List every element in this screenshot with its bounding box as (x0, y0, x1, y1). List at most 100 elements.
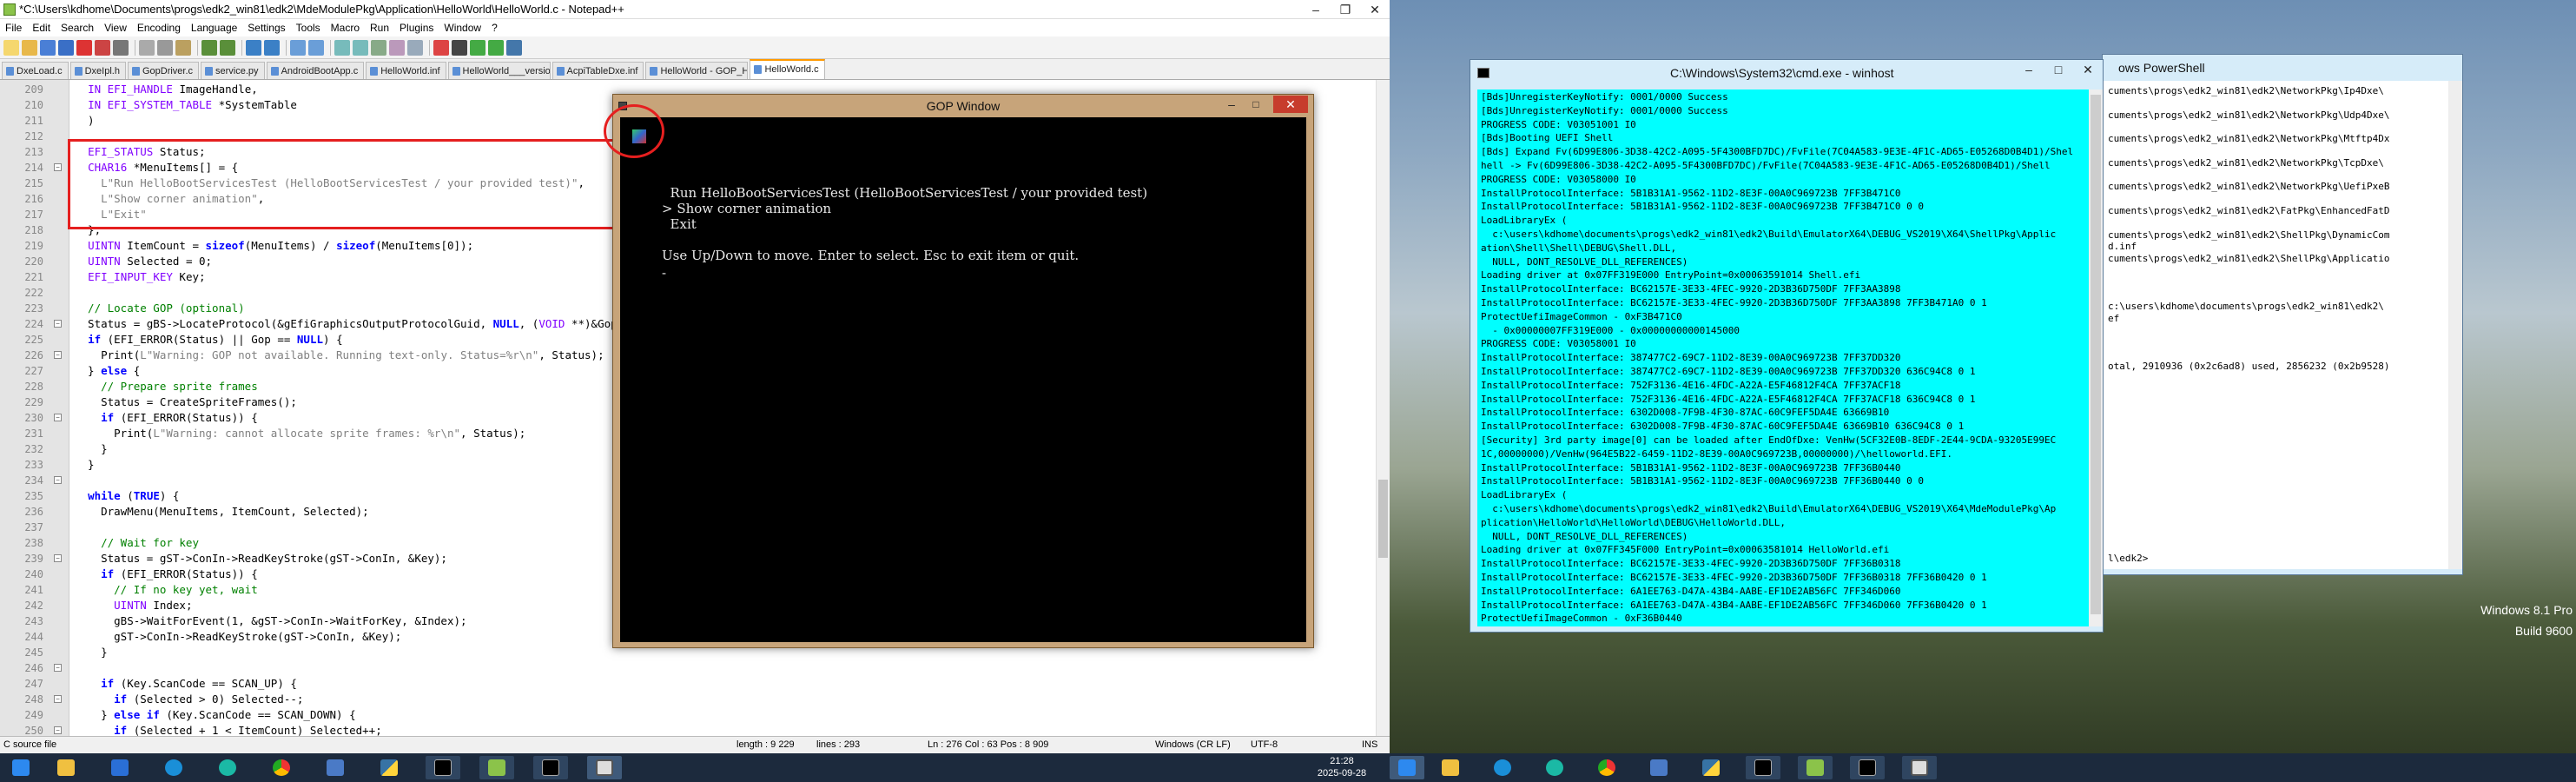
cmd-console[interactable]: [Bds]UnregisterKeyNotify: 0001/0000 Succ… (1477, 89, 2089, 626)
cmd-2-taskbar-icon[interactable] (533, 756, 568, 779)
clock[interactable]: 21:28 2025-09-28 (1307, 755, 1377, 779)
maximize-button[interactable]: ❐ (1331, 0, 1360, 19)
menu-settings[interactable]: Settings (242, 22, 290, 34)
cmd-maximize-button[interactable]: □ (2044, 60, 2073, 79)
cmd-2-taskbar-icon-2[interactable] (1850, 756, 1885, 779)
tab-service[interactable]: service.py (201, 62, 265, 79)
editor-scrollbar[interactable] (1376, 80, 1390, 736)
menu-view[interactable]: View (99, 22, 132, 34)
print-icon[interactable] (113, 39, 129, 56)
menu-macro[interactable]: Macro (326, 22, 365, 34)
menu-plugins[interactable]: Plugins (394, 22, 439, 34)
file-explorer-icon[interactable] (49, 756, 83, 779)
fold-toggle-icon[interactable]: − (54, 554, 62, 562)
menu-help[interactable]: ? (486, 22, 503, 34)
browser-globe-icon-2[interactable] (1485, 756, 1520, 779)
tab-dxeipl[interactable]: DxeIpl.h (69, 62, 126, 79)
tab-helloworld-c[interactable]: HelloWorld.c (750, 59, 825, 79)
start-button-2[interactable] (1390, 756, 1424, 779)
cut-icon[interactable] (139, 39, 155, 56)
sync-horizontal-icon[interactable] (353, 39, 368, 56)
gop-menu-item-corner-animation[interactable]: > Show corner animation (662, 201, 831, 216)
fold-toggle-icon[interactable]: − (54, 695, 62, 703)
gop-window-taskbar-icon[interactable] (587, 756, 622, 779)
notepad-plus-taskbar-icon[interactable] (479, 756, 514, 779)
edge-icon[interactable] (210, 756, 245, 779)
run-macro-multiple-icon[interactable] (488, 39, 504, 56)
redo-icon[interactable] (220, 39, 235, 56)
fold-toggle-icon[interactable]: − (54, 726, 62, 734)
undo-icon[interactable] (201, 39, 217, 56)
fold-toggle-icon[interactable]: − (54, 351, 62, 359)
word-wrap-icon[interactable] (371, 39, 386, 56)
menu-run[interactable]: Run (365, 22, 394, 34)
menu-file[interactable]: File (0, 22, 27, 34)
fold-toggle-icon[interactable]: − (54, 414, 62, 421)
zoom-out-icon[interactable] (308, 39, 324, 56)
menu-search[interactable]: Search (56, 22, 99, 34)
tab-androidbootapp[interactable]: AndroidBootApp.c (266, 62, 365, 79)
new-file-icon[interactable] (3, 39, 19, 56)
python-icon[interactable] (372, 756, 406, 779)
fold-toggle-icon[interactable]: − (54, 320, 62, 328)
cmd-taskbar-icon-2[interactable] (1746, 756, 1780, 779)
gop-close-button[interactable]: ✕ (1273, 96, 1308, 113)
save-macro-icon[interactable] (506, 39, 522, 56)
cmd-taskbar-icon[interactable] (426, 756, 460, 779)
tab-helloworld-inf[interactable]: HelloWorld.inf (366, 62, 446, 79)
file-explorer-icon-2[interactable] (1433, 756, 1468, 779)
python-icon-2[interactable] (1694, 756, 1728, 779)
close-file-icon[interactable] (76, 39, 92, 56)
close-all-icon[interactable] (95, 39, 110, 56)
browser-globe-icon[interactable] (156, 756, 191, 779)
tab-gopdriver[interactable]: GopDriver.c (127, 62, 200, 79)
gop-minimize-button[interactable]: – (1221, 96, 1242, 113)
menu-language[interactable]: Language (186, 22, 242, 34)
chrome-icon-2[interactable] (1589, 756, 1624, 779)
cmd-close-button[interactable]: ✕ (2073, 60, 2103, 79)
stop-macro-icon[interactable] (452, 39, 467, 56)
minimize-button[interactable]: – (1301, 0, 1331, 19)
fold-toggle-icon[interactable]: − (54, 476, 62, 484)
gop-menu-item-run-test[interactable]: Run HelloBootServicesTest (HelloBootServ… (662, 185, 1148, 201)
edge-icon-2[interactable] (1537, 756, 1572, 779)
tab-helloworld-v1[interactable]: HelloWorld___version1_GuiAPP.c (447, 62, 551, 79)
menu-window[interactable]: Window (439, 22, 486, 34)
replace-icon[interactable] (264, 39, 280, 56)
tab-dxeload[interactable]: DxeLoad.c (2, 62, 69, 79)
menu-tools[interactable]: Tools (291, 22, 326, 34)
gop-menu-item-exit[interactable]: Exit (662, 216, 697, 232)
menu-encoding[interactable]: Encoding (132, 22, 186, 34)
tab-helloworld-gop[interactable]: HelloWorld - GOP_HDMI 28-09-2025.c (645, 62, 749, 79)
zoom-in-icon[interactable] (290, 39, 306, 56)
record-macro-icon[interactable] (433, 39, 449, 56)
play-macro-icon[interactable] (470, 39, 485, 56)
sail-app-icon[interactable] (102, 756, 137, 779)
find-icon[interactable] (246, 39, 261, 56)
sync-vertical-icon[interactable] (334, 39, 350, 56)
fold-toggle-icon[interactable]: − (54, 163, 62, 171)
chrome-icon[interactable] (264, 756, 299, 779)
open-file-icon[interactable] (22, 39, 37, 56)
cmd-scrollbar-thumb[interactable] (2091, 95, 2101, 614)
cmd-scrollbar[interactable] (2089, 89, 2103, 626)
gop-maximize-button[interactable]: □ (1245, 96, 1266, 113)
network-app-icon[interactable] (318, 756, 353, 779)
copy-icon[interactable] (157, 39, 173, 56)
powershell-console[interactable]: cuments\progs\edk2_win81\edk2\NetworkPkg… (2103, 81, 2448, 569)
scrollbar-thumb[interactable] (1378, 480, 1388, 558)
show-all-chars-icon[interactable] (389, 39, 405, 56)
fold-toggle-icon[interactable]: − (54, 664, 62, 672)
gop-framebuffer[interactable]: Run HelloBootServicesTest (HelloBootServ… (620, 117, 1306, 642)
tab-acpitabledxe[interactable]: AcpiTableDxe.inf (552, 62, 644, 79)
indent-guide-icon[interactable] (407, 39, 423, 56)
save-icon[interactable] (40, 39, 56, 56)
network-app-icon-2[interactable] (1641, 756, 1676, 779)
menu-edit[interactable]: Edit (27, 22, 56, 34)
paste-icon[interactable] (175, 39, 191, 56)
close-button[interactable]: ✕ (1360, 0, 1390, 19)
app-window-taskbar-icon-2[interactable] (1902, 756, 1937, 779)
save-all-icon[interactable] (58, 39, 74, 56)
notepad-plus-taskbar-icon-2[interactable] (1798, 756, 1833, 779)
start-button[interactable] (3, 756, 38, 779)
